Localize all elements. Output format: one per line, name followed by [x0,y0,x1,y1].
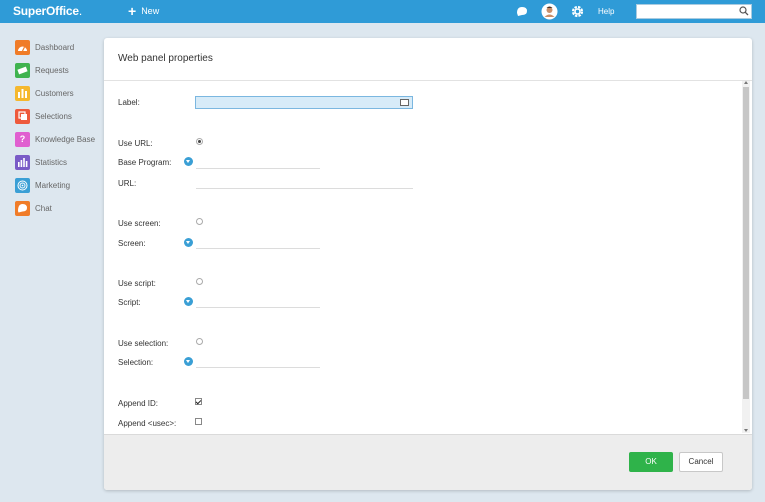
dialog-title: Web panel properties [118,53,213,64]
use-url-label: Use URL: [118,139,153,148]
plus-icon: + [128,3,137,19]
requests-icon [15,62,30,78]
use-script-radio[interactable] [196,278,203,285]
sidebar-item-requests[interactable]: Requests [15,62,69,78]
sidebar-item-label: Chat [35,203,52,213]
scroll-down-arrow-icon[interactable] [744,429,748,432]
chat-icon [15,200,30,216]
sidebar-item-statistics[interactable]: Statistics [15,154,67,170]
base-program-label: Base Program: [118,158,172,167]
scroll-up-arrow-icon[interactable] [744,81,748,84]
script-field[interactable] [196,307,320,308]
dialog-scrollbar[interactable] [742,81,750,433]
sidebar-item-dashboard[interactable]: Dashboard [15,39,74,55]
scrollbar-thumb[interactable] [743,87,749,399]
base-program-dropdown-icon[interactable] [184,157,193,166]
screen-dropdown-icon[interactable] [184,238,193,247]
sidebar-item-label: Customers [35,88,74,98]
sidebar-item-marketing[interactable]: Marketing [15,177,70,193]
use-selection-radio[interactable] [196,338,203,345]
top-bar: SuperOffice. + New Help [0,0,765,23]
new-button[interactable]: + New [128,3,160,19]
sidebar-item-label: Statistics [35,157,68,167]
customers-icon [15,85,30,101]
use-screen-label: Use screen: [118,219,161,228]
screen-label: Screen: [118,239,146,248]
selections-icon [15,108,30,124]
label-field-label: Label: [118,98,140,107]
chat-bubble-icon[interactable] [515,4,529,20]
dialog-footer: OK Cancel [104,434,752,490]
user-avatar[interactable] [541,3,558,22]
append-id-checkbox[interactable] [195,398,202,405]
title-divider [104,80,752,81]
sidebar-item-label: Marketing [35,180,71,190]
append-id-label: Append ID: [118,399,159,408]
ok-button[interactable]: OK [629,452,673,472]
use-selection-label: Use selection: [118,339,169,348]
sidebar-item-selections[interactable]: Selections [15,108,72,124]
knowledge-base-icon: ? [15,131,30,147]
search-icon[interactable] [739,6,749,18]
use-script-label: Use script: [118,279,156,288]
sidebar-item-label: Requests [35,65,69,75]
marketing-icon [15,177,30,193]
script-dropdown-icon[interactable] [184,297,193,306]
selection-label: Selection: [118,358,154,367]
dashboard-icon [15,39,30,55]
cancel-button[interactable]: Cancel [679,452,723,472]
sidebar-item-label: Knowledge Base [35,134,96,144]
id-card-icon[interactable] [400,99,409,106]
selection-dropdown-icon[interactable] [184,357,193,366]
url-field[interactable] [196,188,413,189]
script-label: Script: [118,298,141,307]
sidebar-item-label: Dashboard [35,42,75,52]
gear-icon[interactable] [570,4,585,21]
web-panel-properties-dialog: Web panel properties Label: Use URL: Bas… [104,38,752,490]
new-label: New [141,6,160,16]
sidebar-item-knowledge-base[interactable]: ? Knowledge Base [15,131,95,147]
use-screen-radio[interactable] [196,218,203,225]
selection-field[interactable] [196,367,320,368]
url-label: URL: [118,179,137,188]
statistics-icon [15,154,30,170]
label-input[interactable] [195,96,413,109]
superoffice-logo[interactable]: SuperOffice. [13,4,82,18]
sidebar-item-label: Selections [35,111,72,121]
sidebar-item-chat[interactable]: Chat [15,200,52,216]
screen-field[interactable] [196,248,320,249]
append-usec-label: Append <usec>: [118,419,177,428]
base-program-field[interactable] [196,168,320,169]
search-input[interactable] [636,4,752,19]
sidebar-item-customers[interactable]: Customers [15,85,74,101]
append-usec-checkbox[interactable] [195,418,202,425]
help-link[interactable]: Help [598,7,614,16]
use-url-radio[interactable] [196,138,203,145]
